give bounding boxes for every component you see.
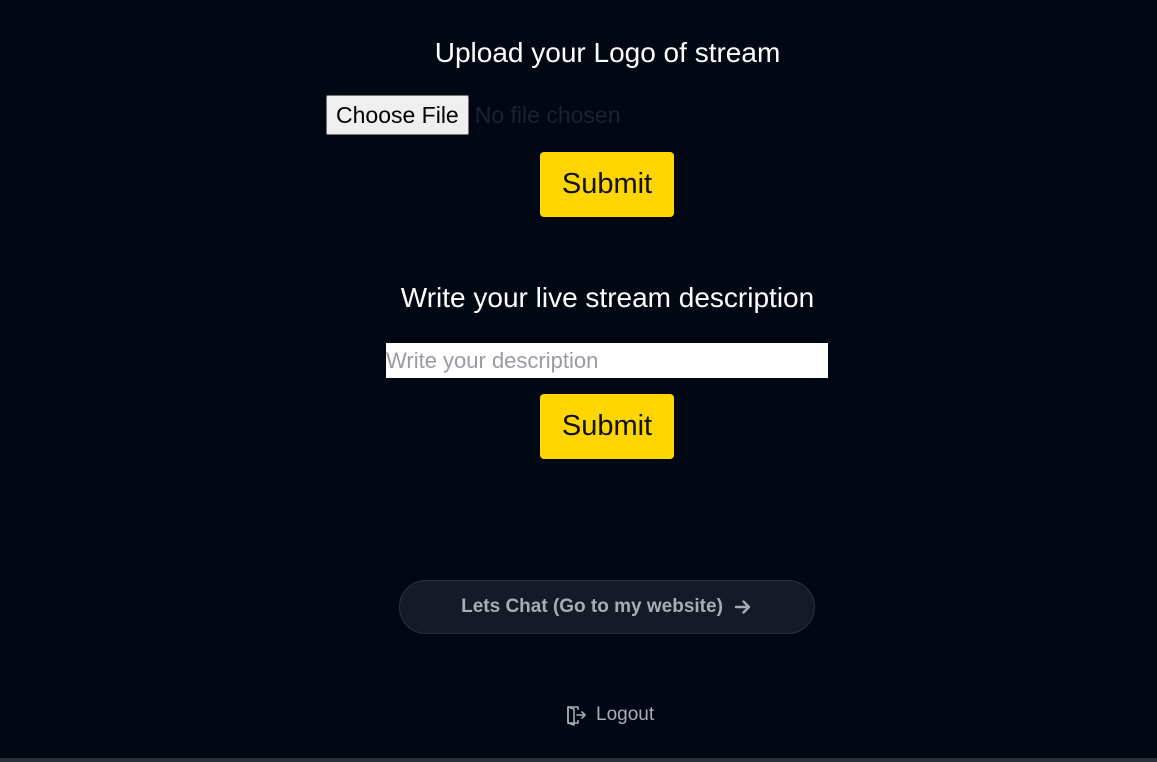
lets-chat-button[interactable]: Lets Chat (Go to my website) (399, 580, 815, 634)
logo-upload-heading: Upload your Logo of stream (434, 37, 781, 68)
choose-file-button[interactable]: Choose File (326, 95, 469, 135)
lets-chat-label: Lets Chat (Go to my website) (461, 596, 723, 617)
logo-file-input[interactable]: Choose File No file chosen (326, 95, 620, 135)
logout-icon (566, 704, 586, 726)
arrow-right-icon (733, 597, 753, 617)
description-input[interactable] (386, 343, 828, 378)
file-status-text: No file chosen (474, 101, 621, 128)
description-heading: Write your live stream description (400, 282, 815, 313)
bottom-divider (0, 758, 1157, 762)
submit-logo-button[interactable]: Submit (540, 152, 674, 217)
logout-label: Logout (596, 704, 655, 725)
logout-link[interactable]: Logout (566, 703, 654, 727)
submit-description-button[interactable]: Submit (540, 394, 674, 459)
